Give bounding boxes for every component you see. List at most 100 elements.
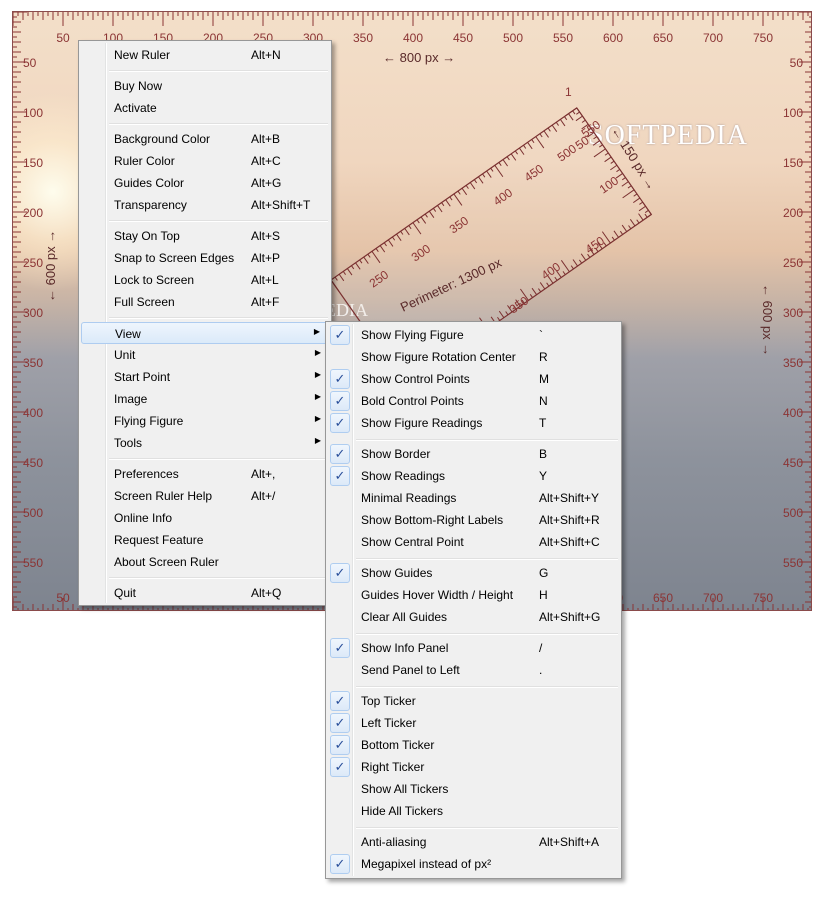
view-item-megapixel-instead-of-px[interactable]: ✓ Megapixel instead of px² <box>328 853 619 875</box>
checkmark-icon: ✓ <box>330 325 350 345</box>
menu-item-label: Screen Ruler Help <box>114 489 213 503</box>
menu-item-guides-color[interactable]: Guides Color Alt+G <box>81 172 329 194</box>
view-item-label: Show Central Point <box>361 535 464 549</box>
menu-item-view[interactable]: View ▶ <box>81 322 329 344</box>
menu-item-activate[interactable]: Activate <box>81 97 329 119</box>
menu-item-label: Full Screen <box>114 295 175 309</box>
menu-item-tools[interactable]: Tools ▶ <box>81 432 329 454</box>
checkmark-icon: ✓ <box>330 757 350 777</box>
menu-item-start-point[interactable]: Start Point ▶ <box>81 366 329 388</box>
menu-separator <box>109 220 328 222</box>
menu-item-label: Stay On Top <box>114 229 180 243</box>
view-item-shortcut: Alt+Shift+G <box>539 610 601 624</box>
menu-item-label: Snap to Screen Edges <box>114 251 235 265</box>
menu-item-shortcut: Alt+B <box>251 132 281 146</box>
menu-item-shortcut: Alt+L <box>251 273 279 287</box>
menu-item-lock-to-screen[interactable]: Lock to Screen Alt+L <box>81 269 329 291</box>
menu-item-quit[interactable]: Quit Alt+Q <box>81 582 329 604</box>
view-item-label: Show Flying Figure <box>361 328 464 342</box>
menu-item-label: Guides Color <box>114 176 185 190</box>
menu-item-label: Start Point <box>114 370 171 384</box>
view-item-label: Megapixel instead of px² <box>361 857 492 871</box>
view-item-show-figure-readings[interactable]: ✓ Show Figure Readings T <box>328 412 619 434</box>
checkmark-icon: ✓ <box>330 713 350 733</box>
view-item-guides-hover-width-height[interactable]: Guides Hover Width / Height H <box>328 584 619 606</box>
view-item-show-bottom-right-labels[interactable]: Show Bottom-Right Labels Alt+Shift+R <box>328 509 619 531</box>
menu-item-shortcut: Alt+Shift+T <box>251 198 311 212</box>
menu-item-shortcut: Alt+Q <box>251 586 282 600</box>
view-item-show-all-tickers[interactable]: Show All Tickers <box>328 778 619 800</box>
view-item-label: Show Readings <box>361 469 446 483</box>
view-item-send-panel-to-left[interactable]: Send Panel to Left. <box>328 659 619 681</box>
menu-item-label: Preferences <box>114 467 179 481</box>
view-item-show-central-point[interactable]: Show Central Point Alt+Shift+C <box>328 531 619 553</box>
checkmark-icon: ✓ <box>330 735 350 755</box>
menu-item-shortcut: Alt+, <box>251 467 276 481</box>
view-item-shortcut: Alt+Shift+Y <box>539 491 600 505</box>
menu-item-transparency[interactable]: Transparency Alt+Shift+T <box>81 194 329 216</box>
checkmark-icon: ✓ <box>330 444 350 464</box>
view-item-show-info-panel[interactable]: ✓ Show Info Panel / <box>328 637 619 659</box>
view-item-show-guides[interactable]: ✓ Show Guides G <box>328 562 619 584</box>
view-item-shortcut: Alt+Shift+R <box>539 513 600 527</box>
menu-separator <box>109 70 328 72</box>
menu-item-shortcut: Alt+F <box>251 295 280 309</box>
view-item-show-control-points[interactable]: ✓ Show Control Points M <box>328 368 619 390</box>
view-item-show-flying-figure[interactable]: ✓ Show Flying Figure ` <box>328 324 619 346</box>
menu-item-preferences[interactable]: Preferences Alt+, <box>81 463 329 485</box>
submenu-arrow-icon: ▶ <box>314 436 321 445</box>
menu-separator <box>109 317 328 319</box>
view-item-label: Show Control Points <box>361 372 470 386</box>
view-item-shortcut: B <box>539 447 548 461</box>
menu-item-about-screen-ruler[interactable]: About Screen Ruler <box>81 551 329 573</box>
menu-item-background-color[interactable]: Background Color Alt+B <box>81 128 329 150</box>
menu-item-buy-now[interactable]: Buy Now <box>81 75 329 97</box>
menu-item-new-ruler[interactable]: New Ruler Alt+N <box>81 44 329 66</box>
view-item-top-ticker[interactable]: ✓ Top Ticker <box>328 690 619 712</box>
menu-item-online-info[interactable]: Online Info <box>81 507 329 529</box>
menu-item-label: Unit <box>114 348 136 362</box>
view-item-show-readings[interactable]: ✓ Show Readings Y <box>328 465 619 487</box>
menu-item-image[interactable]: Image ▶ <box>81 388 329 410</box>
menu-item-label: Activate <box>114 101 157 115</box>
view-item-show-figure-rotation-center[interactable]: Show Figure Rotation Center R <box>328 346 619 368</box>
menu-item-label: Quit <box>114 586 137 600</box>
view-item-shortcut: Y <box>539 469 548 483</box>
menu-separator <box>356 558 618 560</box>
view-item-shortcut: R <box>539 350 548 364</box>
menu-item-ruler-color[interactable]: Ruler Color Alt+C <box>81 150 329 172</box>
menu-item-stay-on-top[interactable]: Stay On Top Alt+S <box>81 225 329 247</box>
menu-item-shortcut: Alt+N <box>251 48 281 62</box>
menu-item-screen-ruler-help[interactable]: Screen Ruler Help Alt+/ <box>81 485 329 507</box>
submenu-arrow-icon: ▶ <box>314 370 321 379</box>
view-item-shortcut: / <box>539 641 543 655</box>
view-item-bold-control-points[interactable]: ✓ Bold Control Points N <box>328 390 619 412</box>
view-item-left-ticker[interactable]: ✓ Left Ticker <box>328 712 619 734</box>
view-item-label: Show Figure Readings <box>361 416 483 430</box>
menu-item-shortcut: Alt+/ <box>251 489 276 503</box>
view-item-clear-all-guides[interactable]: Clear All Guides Alt+Shift+G <box>328 606 619 628</box>
menu-item-label: Request Feature <box>114 533 204 547</box>
menu-item-label: Background Color <box>114 132 211 146</box>
view-item-hide-all-tickers[interactable]: Hide All Tickers <box>328 800 619 822</box>
menu-item-full-screen[interactable]: Full Screen Alt+F <box>81 291 329 313</box>
menu-separator <box>356 686 618 688</box>
view-item-right-ticker[interactable]: ✓ Right Ticker <box>328 756 619 778</box>
menu-item-label: Buy Now <box>114 79 163 93</box>
view-item-anti-aliasing[interactable]: Anti-aliasing Alt+Shift+A <box>328 831 619 853</box>
menu-item-unit[interactable]: Unit ▶ <box>81 344 329 366</box>
view-item-show-border[interactable]: ✓ Show Border B <box>328 443 619 465</box>
menu-item-snap-to-screen-edges[interactable]: Snap to Screen Edges Alt+P <box>81 247 329 269</box>
view-item-label: Send Panel to Left <box>361 663 460 677</box>
menu-item-label: Online Info <box>114 511 173 525</box>
menu-item-request-feature[interactable]: Request Feature <box>81 529 329 551</box>
checkmark-icon: ✓ <box>330 413 350 433</box>
view-item-shortcut: Alt+Shift+C <box>539 535 600 549</box>
view-item-bottom-ticker[interactable]: ✓ Bottom Ticker <box>328 734 619 756</box>
view-item-shortcut: G <box>539 566 549 580</box>
view-item-minimal-readings[interactable]: Minimal Readings Alt+Shift+Y <box>328 487 619 509</box>
checkmark-icon: ✓ <box>330 854 350 874</box>
menu-item-flying-figure[interactable]: Flying Figure ▶ <box>81 410 329 432</box>
menu-item-label: Lock to Screen <box>114 273 195 287</box>
menu-item-shortcut: Alt+G <box>251 176 282 190</box>
